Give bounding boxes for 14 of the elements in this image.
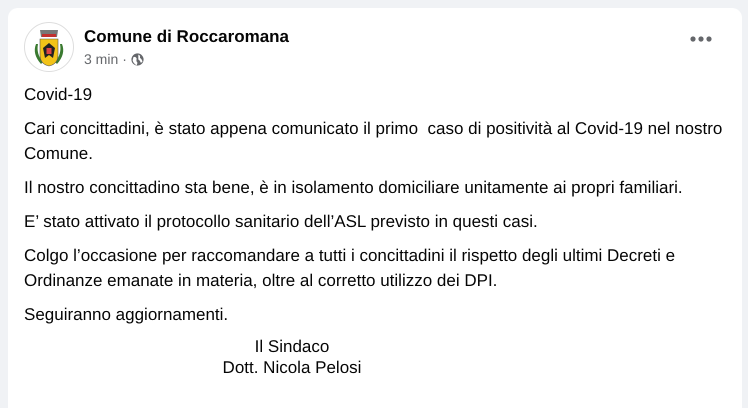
post-paragraph: Seguiranno aggiornamenti. bbox=[24, 304, 230, 326]
post-paragraph: Cari concittadini, è stato appena comunicato il primo caso di positività al Covid-19 nel nostro Comune. bbox=[24, 118, 724, 165]
post-paragraph: E’ stato attivato il protocollo sanitario dell’ASL previsto in questi casi. bbox=[24, 211, 539, 233]
signature-line: Dott. Nicola Pelosi bbox=[222, 357, 362, 378]
page-name-link[interactable]: Comune di Roccaromana bbox=[84, 27, 690, 47]
post-paragraph: Colgo l’occasione per raccomandare a tutti i concittadini il rispetto degli ultimi Decreti e Ordinanze emanate in materia, oltre al corretto utilizzo dei DPI. bbox=[24, 245, 676, 292]
post-time-link[interactable]: 3 min bbox=[84, 51, 118, 67]
post-paragraph: Il nostro concittadino sta bene, è in isolamento domiciliare unitamente ai propri familiari. bbox=[24, 177, 684, 199]
globe-icon bbox=[130, 52, 144, 66]
more-options-icon[interactable] bbox=[690, 36, 712, 42]
coat-of-arms-avatar[interactable] bbox=[24, 22, 74, 72]
separator-dot: · bbox=[122, 51, 127, 67]
post-paragraph: Covid-19 bbox=[24, 84, 94, 106]
signature-line: Il Sindaco bbox=[254, 336, 330, 357]
